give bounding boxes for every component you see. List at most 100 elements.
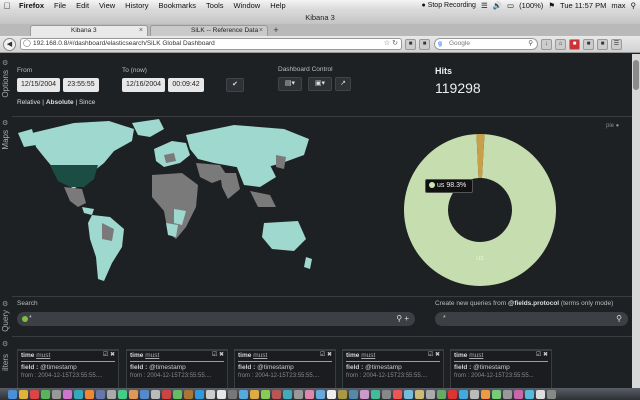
menu-view[interactable]: View xyxy=(94,1,120,10)
menu-window[interactable]: Window xyxy=(229,1,266,10)
scrollbar-thumb[interactable] xyxy=(633,60,639,90)
query-color-dot[interactable] xyxy=(22,316,28,322)
home-icon[interactable]: ⌂ xyxy=(555,38,566,50)
dock-app-icon[interactable] xyxy=(327,389,336,399)
back-button[interactable]: ◀ xyxy=(3,37,16,51)
search-icon[interactable]: ⚲ xyxy=(528,39,533,49)
dock-app-icon[interactable] xyxy=(184,389,193,399)
tab-kibana[interactable]: Kibana 3 × xyxy=(30,25,148,36)
filter-panel[interactable]: time must ☑ ✖ field : @timestamp from : 2… xyxy=(17,349,119,389)
dock-app-icon[interactable] xyxy=(239,389,248,399)
filters-gear-icon[interactable]: ⚙ xyxy=(2,340,8,348)
dock-app-icon[interactable] xyxy=(96,389,105,399)
close-tab-icon[interactable]: × xyxy=(139,26,143,36)
mode-absolute[interactable]: Absolute xyxy=(46,99,74,106)
load-dashboard-button[interactable]: ▤▾ xyxy=(278,77,302,91)
bookmarks-icon[interactable]: ■ xyxy=(419,38,430,50)
dock-app-icon[interactable] xyxy=(283,389,292,399)
query-gear-icon[interactable]: ⚙ xyxy=(2,300,8,308)
row-label-query[interactable]: Query xyxy=(1,310,10,332)
dock-app-icon[interactable] xyxy=(8,389,17,399)
dock-app-icon[interactable] xyxy=(525,389,534,399)
row-label-options[interactable]: Options xyxy=(1,70,10,98)
terms-search-icon[interactable]: ⚲ xyxy=(616,312,622,326)
filter-toggle-close-icon[interactable]: ☑ ✖ xyxy=(103,351,115,358)
dock-app-icon[interactable] xyxy=(360,389,369,399)
addon-icon[interactable]: ■ xyxy=(405,38,416,50)
abp-icon[interactable]: ■ xyxy=(569,38,580,50)
new-tab-button[interactable]: + xyxy=(270,25,282,36)
map-region-japan[interactable] xyxy=(276,155,286,169)
from-time-input[interactable]: 23:55:55 xyxy=(63,78,99,92)
filter-toggle-close-icon[interactable]: ☑ ✖ xyxy=(320,351,332,358)
filter-panel[interactable]: time must ☑ ✖ field : @timestamp from : 2… xyxy=(450,349,552,389)
volume-icon[interactable]: 🔊 xyxy=(493,1,502,10)
dock-app-icon[interactable] xyxy=(173,389,182,399)
filter-mode[interactable]: must xyxy=(361,352,375,359)
dock-app-icon[interactable] xyxy=(459,389,468,399)
dock-app-icon[interactable] xyxy=(426,389,435,399)
menu-tools[interactable]: Tools xyxy=(201,1,229,10)
filter-toggle-close-icon[interactable]: ☑ ✖ xyxy=(536,351,548,358)
addon-icon-3[interactable]: ■ xyxy=(597,38,608,50)
filter-mode[interactable]: must xyxy=(145,352,159,359)
dock-app-icon[interactable] xyxy=(536,389,545,399)
dock-app-icon[interactable] xyxy=(470,389,479,399)
dock-app-icon[interactable] xyxy=(261,389,270,399)
menu-history[interactable]: History xyxy=(120,1,153,10)
stop-recording-button[interactable]: ● Stop Recording xyxy=(422,2,476,9)
filter-panel[interactable]: time must ☑ ✖ field : @timestamp from : 2… xyxy=(234,349,336,389)
bookmark-star-icon[interactable]: ☆ ↻ xyxy=(384,39,398,49)
dock-app-icon[interactable] xyxy=(492,389,501,399)
dock-app-icon[interactable] xyxy=(107,389,116,399)
spotlight-icon[interactable]: ⚲ xyxy=(631,1,637,10)
query-input[interactable]: * ⚲ + xyxy=(17,312,415,326)
menu-icon[interactable]: ☰ xyxy=(611,38,622,50)
dock-app-icon[interactable] xyxy=(129,389,138,399)
dock-app-icon[interactable] xyxy=(63,389,72,399)
to-date-input[interactable]: 12/16/2004 xyxy=(122,78,165,92)
dock-app-icon[interactable] xyxy=(437,389,446,399)
menu-help[interactable]: Help xyxy=(265,1,290,10)
pie-controls[interactable]: pie ● xyxy=(606,123,619,129)
page-scrollbar[interactable] xyxy=(632,54,640,388)
dock-app-icon[interactable] xyxy=(481,389,490,399)
tab-silk[interactable]: SiLK -- Reference Data × xyxy=(150,25,268,36)
filter-toggle-close-icon[interactable]: ☑ ✖ xyxy=(212,351,224,358)
menubar-clock[interactable]: Tue 11:57 PM xyxy=(560,1,606,10)
mode-since[interactable]: Since xyxy=(79,99,95,106)
dock-app-icon[interactable] xyxy=(118,389,127,399)
download-icon[interactable]: ↓ xyxy=(541,38,552,50)
dock-app-icon[interactable] xyxy=(52,389,61,399)
filter-mode[interactable]: must xyxy=(253,352,267,359)
wifi-icon[interactable]: ☰ xyxy=(481,1,488,10)
map-region-australia[interactable] xyxy=(262,221,306,251)
dock-app-icon[interactable] xyxy=(195,389,204,399)
dock-app-icon[interactable] xyxy=(250,389,259,399)
dock-app-icon[interactable] xyxy=(206,389,215,399)
dock-app-icon[interactable] xyxy=(415,389,424,399)
dock-app-icon[interactable] xyxy=(382,389,391,399)
filter-panel[interactable]: time must ☑ ✖ field : @timestamp from : 2… xyxy=(126,349,228,389)
row-label-maps[interactable]: Maps xyxy=(1,130,10,150)
menu-edit[interactable]: Edit xyxy=(71,1,94,10)
filter-toggle-close-icon[interactable]: ☑ ✖ xyxy=(428,351,440,358)
map-region-mexico[interactable] xyxy=(64,187,86,207)
dock-app-icon[interactable] xyxy=(316,389,325,399)
dock-app-icon[interactable] xyxy=(503,389,512,399)
options-gear-icon[interactable]: ⚙ xyxy=(2,59,8,67)
filter-mode[interactable]: must xyxy=(469,352,483,359)
map-region-south-africa[interactable] xyxy=(166,223,178,237)
map-region-central-america[interactable] xyxy=(82,207,94,215)
maps-gear-icon[interactable]: ⚙ xyxy=(2,119,8,127)
filter-mode[interactable]: must xyxy=(36,352,50,359)
dock-app-icon[interactable] xyxy=(41,389,50,399)
dock-app-icon[interactable] xyxy=(338,389,347,399)
map-region-china[interactable] xyxy=(236,165,276,187)
url-bar[interactable]: ◯ 192.168.0.8/#/dashboard/elasticsearch/… xyxy=(20,38,402,50)
world-map[interactable] xyxy=(14,111,314,289)
dock-app-icon[interactable] xyxy=(349,389,358,399)
menu-bookmarks[interactable]: Bookmarks xyxy=(154,1,202,10)
dock-app-icon[interactable] xyxy=(547,389,556,399)
site-identity-icon[interactable]: ◯ xyxy=(23,39,31,49)
